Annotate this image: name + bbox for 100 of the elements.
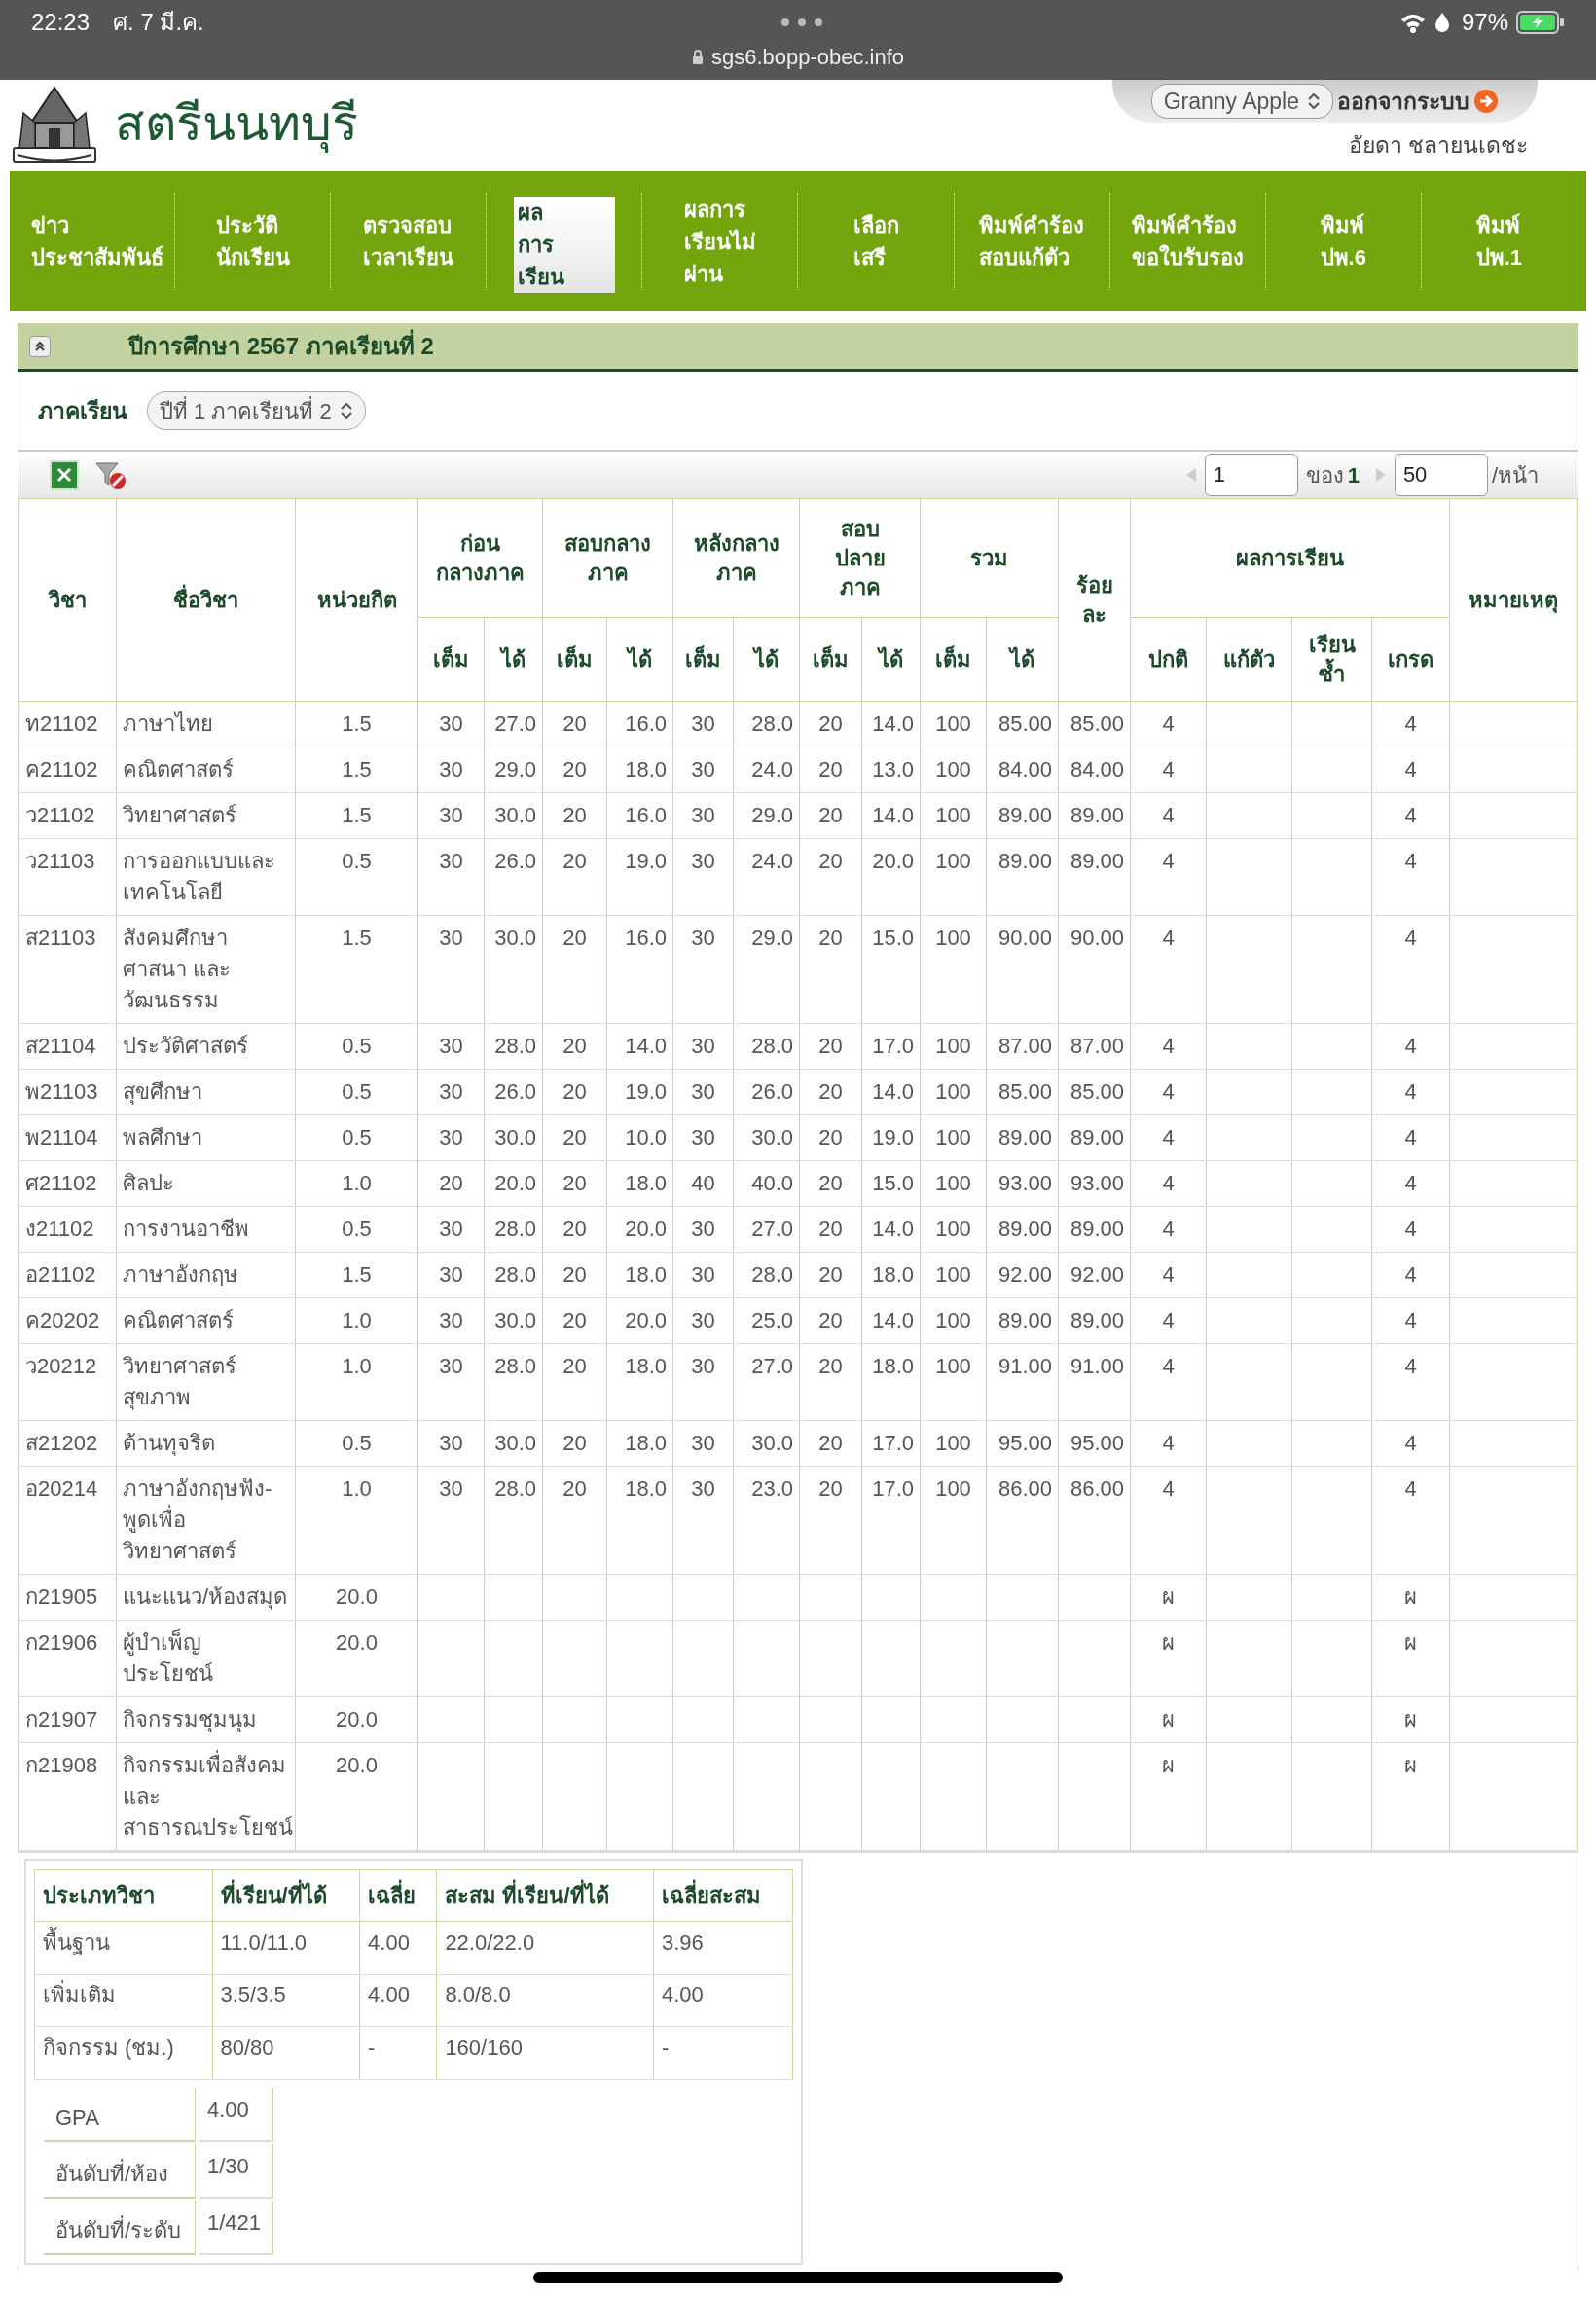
table-cell: 20 (799, 1343, 862, 1421)
excel-export-icon[interactable] (50, 460, 79, 490)
battery-icon (1516, 11, 1565, 34)
table-cell: 20 (542, 1114, 607, 1161)
nav-tab[interactable]: พิมพ์คำร้อง ขอใบรับรอง (1127, 209, 1248, 273)
table-cell: 28.0 (733, 1252, 800, 1298)
table-cell: 19.0 (606, 1069, 673, 1115)
table-cell: ก21905 (18, 1574, 117, 1621)
nav-tab[interactable]: พิมพ์คำร้อง สอบแก้ตัว (975, 209, 1089, 273)
table-cell: 92.00 (986, 1252, 1059, 1298)
table-cell: 20 (799, 915, 862, 1024)
table-cell: 30.0 (484, 1114, 543, 1161)
table-cell: 93.00 (986, 1160, 1059, 1207)
account-select[interactable]: Granny Apple (1150, 84, 1333, 119)
table-cell: 30.0 (733, 1420, 800, 1467)
table-cell: 89.00 (1058, 792, 1131, 839)
table-cell: พื้นฐาน (34, 1921, 212, 1975)
table-cell: 28.0 (733, 701, 800, 747)
table-cell: 87.00 (986, 1023, 1059, 1070)
logout-link[interactable]: ออกจากระบบ (1337, 84, 1499, 119)
table-cell: 84.00 (1058, 747, 1131, 793)
table-cell: 30 (672, 747, 734, 793)
table-cell: พลศึกษา (116, 1114, 296, 1161)
table-cell: ว21102 (18, 792, 117, 839)
table-cell: 20 (542, 1069, 607, 1115)
page-url[interactable]: sgs6.bopp-obec.info (710, 41, 905, 73)
table-cell: 20 (542, 1023, 607, 1070)
table-cell: 20 (542, 1160, 607, 1207)
column-header: ที่เรียน/ที่ได้ (212, 1869, 360, 1922)
nav-tab[interactable]: ข่าว ประชาสัมพันธ์ (26, 209, 167, 273)
table-cell: 30 (672, 1252, 734, 1298)
stat-value: 4.00 (200, 2088, 273, 2142)
table-cell: 89.00 (986, 1206, 1059, 1253)
table-cell: กิจกรรม (ชม.) (34, 2026, 212, 2080)
table-cell: ผู้บำเพ็ญ ประโยชน์ (116, 1620, 296, 1697)
table-cell: สุขศึกษา (116, 1069, 296, 1115)
more-icon (780, 18, 823, 27)
table-cell: ผ (1371, 1742, 1450, 1851)
table-cell: ต้านทุจริต (116, 1420, 296, 1467)
chevron-updown-icon (339, 401, 353, 420)
table-cell: พ21103 (18, 1069, 117, 1115)
table-cell: 14.0 (861, 792, 921, 839)
total-pages: 1 (1347, 461, 1360, 490)
filter-clear-icon[interactable] (94, 460, 127, 490)
table-cell: 13.0 (861, 747, 921, 793)
table-cell: 28.0 (733, 1023, 800, 1070)
table-cell: 86.00 (986, 1466, 1059, 1575)
table-cell: 20 (799, 838, 862, 916)
table-cell: 4 (1371, 1069, 1450, 1115)
table-cell: 95.00 (1058, 1420, 1131, 1467)
table-cell: 100 (920, 1297, 987, 1344)
nav-tab[interactable]: ประวัติ นักเรียน (211, 209, 294, 273)
table-cell: 30 (417, 915, 485, 1024)
table-cell: 28.0 (484, 1343, 543, 1421)
nav-tab[interactable]: เลือก เสรี (849, 209, 903, 273)
table-cell: 4 (1130, 838, 1207, 916)
nav-tab[interactable]: ตรวจสอบ เวลาเรียน (359, 209, 458, 273)
table-cell: 0.5 (295, 1206, 418, 1253)
page-of-text: ของ (1305, 461, 1344, 490)
table-cell: 91.00 (1058, 1343, 1131, 1421)
table-cell: 20 (542, 1420, 607, 1467)
table-cell: 90.00 (986, 915, 1059, 1024)
table-cell: 4 (1371, 915, 1450, 1024)
nav-tab[interactable]: ผล การ เรียน (513, 197, 615, 293)
table-cell: 4 (1130, 1023, 1207, 1070)
table-cell: 1.0 (295, 1343, 418, 1421)
table-cell: 91.00 (986, 1343, 1059, 1421)
table-cell: ภาษาอังกฤษฟัง- พูดเพื่อ วิทยาศาสตร์ (116, 1466, 296, 1575)
nav-tab[interactable]: ผลการ เรียนไม่ ผ่าน (679, 193, 760, 290)
table-cell: 11.0/11.0 (212, 1921, 360, 1975)
table-cell: ก21907 (18, 1696, 117, 1743)
page-input[interactable]: 1 (1204, 454, 1298, 496)
table-cell: 4 (1130, 792, 1207, 839)
table-cell: 15.0 (861, 1160, 921, 1207)
table-cell: 20 (542, 1297, 607, 1344)
table-cell: 40.0 (733, 1160, 800, 1207)
table-cell: 24.0 (733, 838, 800, 916)
table-cell: 30 (417, 1114, 485, 1161)
table-cell: 20 (417, 1160, 485, 1207)
table-cell: 4 (1130, 1206, 1207, 1253)
table-cell: 1.5 (295, 747, 418, 793)
table-cell: 4 (1130, 1069, 1207, 1115)
nav-tab[interactable]: พิมพ์ ปพ.6 (1316, 209, 1370, 273)
table-cell: 30 (417, 1420, 485, 1467)
semester-select[interactable]: ปีที่ 1 ภาคเรียนที่ 2 (147, 391, 366, 430)
table-cell: 20 (799, 1160, 862, 1207)
table-cell: 100 (920, 747, 987, 793)
table-cell: 0.5 (295, 1023, 418, 1070)
collapse-icon[interactable] (29, 335, 51, 357)
column-header: เต็ม (542, 617, 607, 702)
column-header: เต็ม (799, 617, 862, 702)
table-cell: 16.0 (606, 792, 673, 839)
column-header: หมายเหตุ (1449, 498, 1578, 702)
per-page-input[interactable]: 50 (1394, 454, 1488, 496)
nav-tab[interactable]: พิมพ์ ปพ.1 (1471, 209, 1527, 273)
table-cell: 26.0 (733, 1069, 800, 1115)
table-cell: 27.0 (733, 1206, 800, 1253)
table-cell: - (359, 2026, 437, 2080)
table-cell: ส21103 (18, 915, 117, 1024)
table-cell: 100 (920, 1206, 987, 1253)
